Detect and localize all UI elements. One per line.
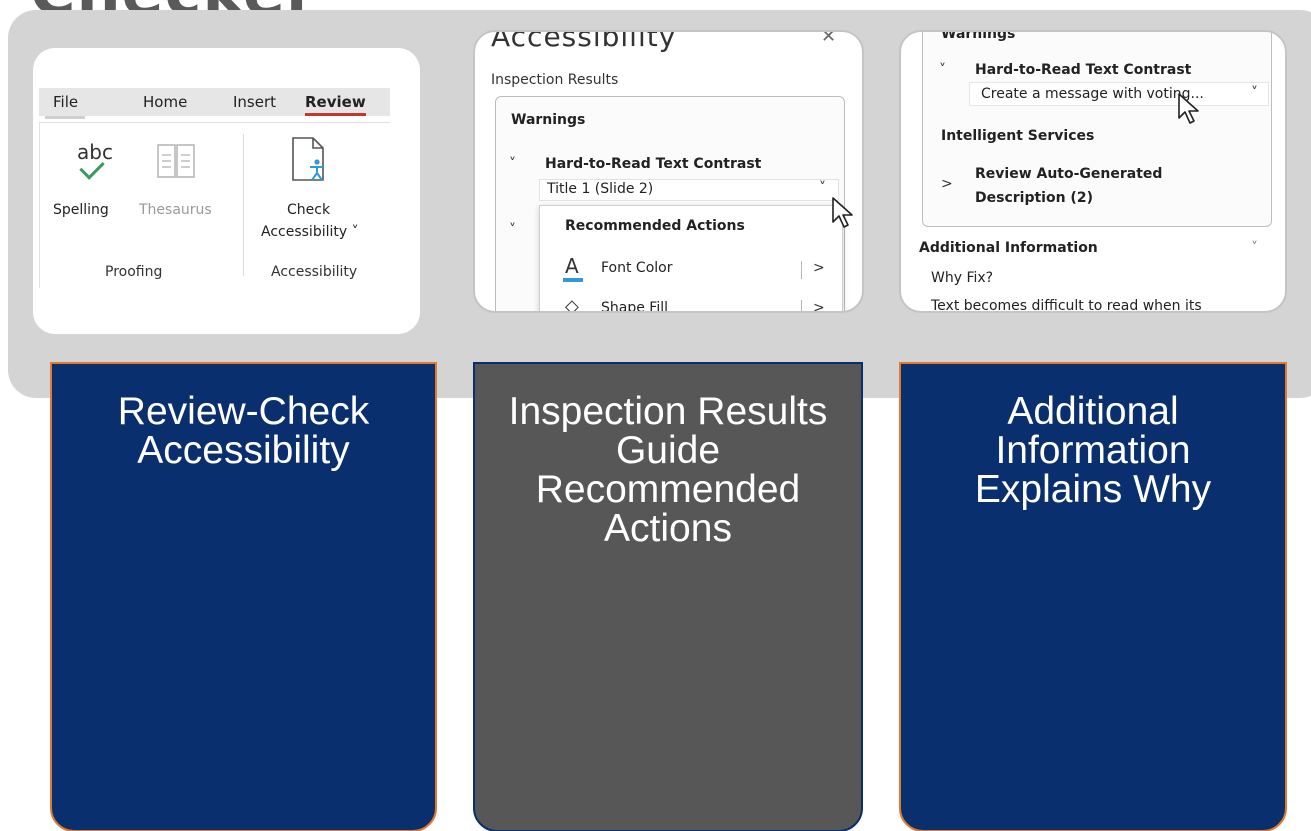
intelligent-services-heading: Intelligent Services: [941, 128, 1095, 144]
font-color-swatch: [563, 278, 583, 282]
why-fix-label: Why Fix?: [931, 270, 994, 286]
inspection-pane-screenshot: Accessibility ✕ Inspection Results Warni…: [473, 30, 864, 313]
ribbon-screenshot: File Home Insert Review abc Spelling The…: [33, 48, 420, 334]
thesaurus-icon: [157, 144, 195, 178]
caption-additional-text: Additional Information Explains Why: [974, 390, 1212, 511]
chevron-right-icon[interactable]: >: [941, 176, 953, 192]
tab-insert[interactable]: Insert: [233, 93, 276, 111]
menu-divider: [801, 300, 802, 311]
action-shape-fill[interactable]: Shape Fill: [601, 300, 668, 311]
caption-inspection-text: Inspection Results Guide Recommended Act…: [508, 390, 828, 550]
group-accessibility-label: Accessibility: [271, 264, 358, 280]
caption-card-inspection: Inspection Results Guide Recommended Act…: [473, 362, 863, 831]
check-accessibility-icon: [292, 137, 324, 181]
mouse-pointer-icon: [1178, 93, 1199, 124]
additional-information-heading[interactable]: Additional Information: [919, 240, 1098, 256]
chevron-right-icon[interactable]: >: [813, 260, 825, 276]
tab-file[interactable]: File: [53, 93, 78, 111]
why-fix-text: Text becomes difficult to read when its: [931, 298, 1202, 313]
chevron-right-icon[interactable]: >: [813, 300, 825, 311]
font-color-icon: A: [565, 254, 579, 278]
action-font-color[interactable]: Font Color: [601, 260, 672, 276]
review-auto-generated-item[interactable]: Review Auto-Generated: [975, 166, 1162, 182]
check-accessibility-button[interactable]: Accessibility ˅: [261, 224, 359, 240]
shape-fill-icon: ◇: [565, 296, 579, 313]
issue-hard-to-read-contrast[interactable]: Hard-to-Read Text Contrast: [545, 156, 761, 172]
chevron-down-icon[interactable]: ˅: [939, 62, 946, 78]
ribbon-group-divider: [243, 134, 244, 276]
pane-title: Accessibility: [491, 30, 677, 53]
menu-divider: [801, 261, 802, 279]
tab-file-underline: [45, 116, 85, 119]
thesaurus-button[interactable]: Thesaurus: [139, 202, 212, 218]
chevron-down-icon[interactable]: ˅: [1251, 240, 1258, 256]
group-proofing-label: Proofing: [105, 264, 163, 280]
chevron-down-icon[interactable]: ˅: [509, 222, 516, 238]
review-auto-generated-count: Description (2): [975, 190, 1093, 206]
spelling-button[interactable]: Spelling: [53, 202, 109, 218]
close-icon[interactable]: ✕: [821, 32, 836, 47]
chevron-down-icon[interactable]: ˅: [1251, 85, 1258, 101]
ribbon-tab-bar: File Home Insert Review: [39, 88, 390, 116]
caption-card-review: Review-Check Accessibility: [50, 362, 437, 831]
chevron-down-icon[interactable]: ˅: [509, 156, 516, 172]
recommended-actions-heading: Recommended Actions: [565, 218, 745, 234]
chevron-down-icon[interactable]: ˅: [819, 180, 826, 196]
warnings-heading: Warnings: [941, 30, 1016, 42]
slide-item-label: Title 1 (Slide 2): [547, 181, 654, 197]
caption-card-additional: Additional Information Explains Why: [899, 362, 1287, 831]
issue-hard-to-read-contrast[interactable]: Hard-to-Read Text Contrast: [975, 62, 1191, 78]
message-item-label: Create a message with voting...: [981, 86, 1204, 102]
warnings-heading: Warnings: [511, 112, 586, 128]
additional-info-screenshot: Warnings ˅ Hard-to-Read Text Contrast Cr…: [899, 30, 1287, 313]
mouse-pointer-icon: [832, 197, 853, 228]
tab-review[interactable]: Review: [305, 93, 366, 116]
inspection-results-label: Inspection Results: [491, 72, 619, 88]
caption-review-text: Review-Check Accessibility: [117, 390, 370, 472]
tab-home[interactable]: Home: [143, 93, 187, 111]
check-accessibility-line1[interactable]: Check: [287, 202, 330, 218]
